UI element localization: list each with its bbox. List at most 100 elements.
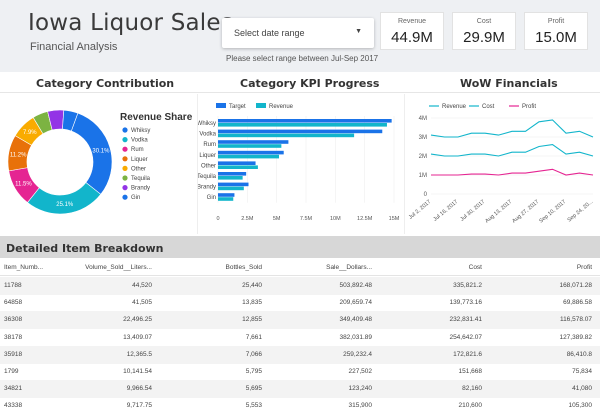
table-row[interactable]: 34821 9,966.54 5,695 123,240 82,160 41,080 <box>0 380 600 399</box>
bar <box>218 165 258 169</box>
table-cell: 69,886.58 <box>563 299 592 307</box>
legend-marker <box>122 137 128 143</box>
kpi-revenue-value: 44.9M <box>391 29 433 46</box>
table-cell: 315,900 <box>348 402 373 410</box>
table-cell: 139,773.16 <box>449 299 482 307</box>
table-cell: 43338 <box>4 402 23 410</box>
table-header: Item_Numb... Volume_Sold__Liters... Bott… <box>0 260 600 276</box>
date-range-hint: Please select range between Jul-Sep 2017 <box>226 54 379 63</box>
column-header-item-number[interactable]: Item_Numb... <box>4 264 43 271</box>
table-cell: 13,409.07 <box>123 333 152 341</box>
bar <box>218 161 256 165</box>
table-cell: 64858 <box>4 299 23 307</box>
bar <box>218 144 282 148</box>
table-title: Detailed Item Breakdown <box>6 242 164 255</box>
table-row[interactable]: 11788 44,520 25,440 503,892.48 335,821.2 168,… <box>0 277 600 295</box>
table-cell: 210,600 <box>458 402 483 410</box>
slice-label: 30.1% <box>92 148 110 154</box>
table-cell: 13,835 <box>242 299 262 307</box>
table-cell: 259,232.4 <box>343 350 372 358</box>
table-cell: 9,966.54 <box>126 385 152 393</box>
table-cell: 82,160 <box>462 385 482 393</box>
table-row[interactable]: 36308 22,496.25 12,855 349,409.48 232,831.41… <box>0 311 600 330</box>
category-label: Vodka <box>199 132 216 138</box>
bar <box>218 172 247 176</box>
bar <box>218 193 235 197</box>
legend-item: Liquer <box>131 157 148 163</box>
bar <box>218 140 289 144</box>
date-range-selector[interactable]: Select date range ▼ <box>222 18 374 48</box>
y-tick-label: 2M <box>419 154 427 160</box>
table-cell: 12,365.5 <box>126 350 152 358</box>
table-row[interactable]: 43338 9,717.75 5,553 315,900 210,600 105,300 <box>0 397 600 415</box>
table-cell: 254,642.07 <box>449 333 482 341</box>
x-tick-label: Sep 24, 20... <box>567 199 595 224</box>
x-tick-label: Jul 16, 2017 <box>432 199 459 223</box>
table-row[interactable]: 35918 12,365.5 7,066 259,232.4 172,821.6 86,4… <box>0 345 600 364</box>
table-cell: 123,240 <box>348 385 373 393</box>
legend-swatch <box>256 103 266 108</box>
kpi-profit-card: Profit 15.0M <box>524 12 588 50</box>
bar <box>218 150 284 155</box>
table-cell: 349,409.48 <box>339 316 372 324</box>
y-tick-label: 1M <box>419 173 427 179</box>
legend-item: Brandy <box>131 186 150 192</box>
column-header-sale-dollars[interactable]: Sale__Dollars... <box>326 264 372 271</box>
series-line <box>430 119 594 138</box>
legend-marker <box>122 175 128 181</box>
legend-item: Whiksy <box>131 128 150 134</box>
table-cell: 11788 <box>4 282 22 289</box>
legend-item: Rum <box>131 147 144 153</box>
legend-label: Revenue <box>442 104 467 110</box>
x-tick-label: 0 <box>216 216 219 222</box>
table-cell: 127,389.82 <box>559 333 592 341</box>
slice-label: 25.1% <box>56 202 74 208</box>
chevron-down-icon: ▼ <box>355 28 362 35</box>
x-tick-label: 10M <box>330 216 341 222</box>
table-cell: 10,141.54 <box>123 368 152 375</box>
legend-label: Cost <box>482 104 495 110</box>
table-cell: 9,717.75 <box>126 402 152 410</box>
table-cell: 232,831.41 <box>449 316 482 324</box>
category-contribution-title: Category Contribution <box>36 77 175 90</box>
x-tick-label: Aug 27, 2017 <box>511 199 540 225</box>
table-cell: 209,659.74 <box>339 299 372 307</box>
series-line <box>430 144 594 157</box>
x-tick-label: 12.5M <box>357 216 373 222</box>
page-title: Iowa Liquor Sales <box>28 10 233 36</box>
category-kpi-bar-chart: Target Revenue 0 2.5M 5M 7.5M 10M 12.5M 15M Whiks… <box>198 103 400 222</box>
section-divider <box>0 92 600 93</box>
column-header-volume-sold[interactable]: Volume_Sold__Liters... <box>85 264 152 271</box>
table-cell: 7,066 <box>245 350 262 358</box>
table-row[interactable]: 38178 13,409.07 7,661 382,031.89 254,642.07 1… <box>0 329 600 347</box>
table-cell: 25,440 <box>242 282 262 289</box>
column-header-bottles-sold[interactable]: Bottles_Sold <box>226 264 263 271</box>
table-cell: 41,505 <box>132 299 152 307</box>
table-cell: 503,892.48 <box>339 282 372 289</box>
table-row[interactable]: 64858 41,505 13,835 209,659.74 139,773.16 69,… <box>0 294 600 312</box>
wow-financials-line-chart: Revenue Cost Profit01M2M3M4MJul 2, 2017 Jul… <box>408 104 595 225</box>
kpi-cost-value: 29.9M <box>463 29 505 46</box>
x-tick-label: Aug 13, 2017 <box>484 199 513 225</box>
bar <box>218 182 249 187</box>
x-tick-label: 7.5M <box>300 216 313 222</box>
legend-item: Tequila <box>131 176 151 182</box>
column-header-cost[interactable]: Cost <box>469 264 482 271</box>
y-tick-label: 4M <box>419 116 427 122</box>
category-kpi-title: Category KPI Progress <box>240 77 380 90</box>
kpi-cost-card: Cost 29.9M <box>452 12 516 50</box>
table-cell: 172,821.6 <box>453 350 482 358</box>
table-row[interactable]: 1799 10,141.54 5,795 227,502 151,668 75,834 <box>0 363 600 381</box>
table-cell: 44,520 <box>132 282 152 289</box>
table-cell: 227,502 <box>348 368 373 375</box>
kpi-cost-label: Cost <box>476 18 492 25</box>
legend-label: Profit <box>522 104 536 110</box>
kpi-profit-label: Profit <box>547 18 565 25</box>
bar <box>218 186 244 191</box>
bar <box>218 129 383 134</box>
bar <box>218 119 392 123</box>
table-cell: 35918 <box>4 350 23 358</box>
table-cell: 5,795 <box>245 368 262 375</box>
column-header-profit[interactable]: Profit <box>577 264 592 271</box>
category-label: Brandy <box>198 185 216 191</box>
